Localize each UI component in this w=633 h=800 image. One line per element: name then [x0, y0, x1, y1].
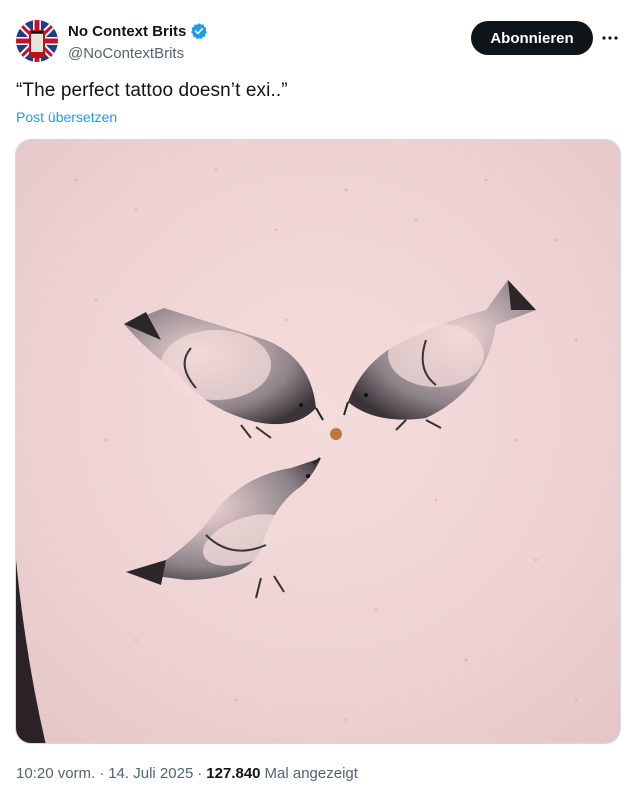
avatar[interactable] — [16, 20, 58, 62]
verified-badge-icon — [190, 22, 208, 40]
meta-separator: · — [197, 765, 203, 782]
post-date[interactable]: 14. Juli 2025 — [108, 765, 193, 782]
account-name-row[interactable]: No Context Brits — [68, 22, 208, 40]
views-count[interactable]: 127.840 — [206, 765, 260, 782]
tattoo-photo — [16, 140, 620, 743]
follow-button[interactable]: Abonnieren — [471, 21, 593, 55]
more-options-button[interactable] — [598, 26, 622, 50]
display-name[interactable]: No Context Brits — [68, 23, 186, 40]
meta-separator: · — [99, 765, 105, 782]
post-time[interactable]: 10:20 vorm. — [16, 765, 95, 782]
post-media-image[interactable] — [15, 139, 621, 744]
more-horizontal-icon — [602, 36, 618, 40]
post-meta: 10:20 vorm. · 14. Juli 2025 · 127.840 Ma… — [16, 765, 358, 782]
account-handle[interactable]: @NoContextBrits — [68, 45, 184, 62]
union-jack-phone-box-avatar — [16, 20, 58, 62]
post-text: “The perfect tattoo doesn’t exi..” — [16, 80, 288, 101]
translate-post-link[interactable]: Post übersetzen — [16, 109, 117, 125]
views-label: Mal angezeigt — [264, 765, 358, 782]
